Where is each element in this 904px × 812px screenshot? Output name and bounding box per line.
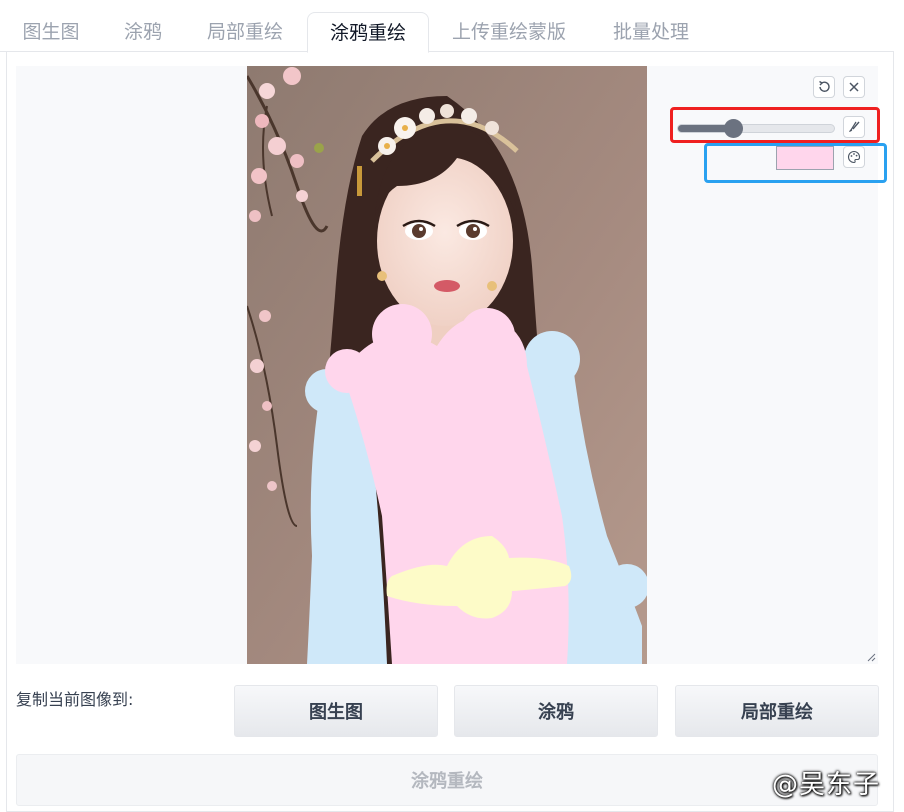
watermark: @吴东子: [772, 770, 881, 800]
portrait-photo[interactable]: [247, 66, 647, 664]
left-earring: [377, 271, 387, 281]
undo-icon: [819, 80, 830, 92]
brush-size-highlight: [670, 107, 880, 143]
tab-inpaint-sketch[interactable]: 涂鸦重绘: [307, 12, 429, 53]
resize-icon[interactable]: [866, 652, 876, 662]
close-icon: [849, 82, 859, 92]
clear-button[interactable]: [843, 76, 865, 98]
inpaint-sketch-submit-button[interactable]: 涂鸦重绘: [16, 754, 878, 806]
copy-to-sketch-button[interactable]: 涂鸦: [454, 685, 658, 737]
right-earring: [487, 281, 497, 291]
lips: [434, 280, 460, 292]
brush-color-highlight: [704, 143, 887, 183]
tab-batch[interactable]: 批量处理: [598, 12, 704, 52]
tab-inpaint[interactable]: 局部重绘: [192, 12, 298, 52]
tab-sketch[interactable]: 涂鸦: [108, 12, 178, 52]
tab-img2img[interactable]: 图生图: [8, 12, 94, 52]
tab-inpaint-upload[interactable]: 上传重绘蒙版: [436, 12, 582, 52]
undo-button[interactable]: [813, 76, 835, 98]
copy-to-img2img-button[interactable]: 图生图: [234, 685, 438, 737]
copy-to-inpaint-button[interactable]: 局部重绘: [675, 685, 879, 737]
tab-bar: 图生图 涂鸦 局部重绘 涂鸦重绘 上传重绘蒙版 批量处理: [0, 0, 904, 53]
copy-image-label: 复制当前图像到:: [16, 690, 134, 709]
